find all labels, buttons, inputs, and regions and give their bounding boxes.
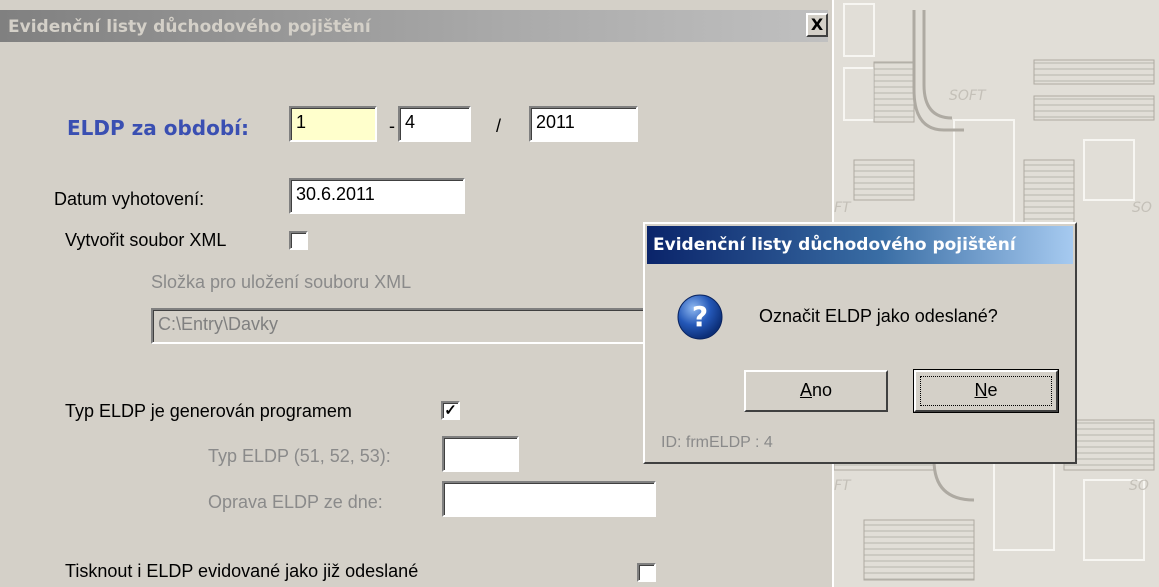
dialog-title: Evidenční listy důchodového pojištění — [653, 235, 1016, 255]
xml-checkbox[interactable] — [289, 231, 308, 250]
dialog-message: Označit ELDP jako odeslané? — [759, 306, 998, 326]
folder-input[interactable]: C:\Entry\Davky — [151, 308, 646, 344]
type-input[interactable] — [442, 436, 519, 472]
date-input[interactable]: 30.6.2011 — [289, 178, 465, 214]
question-icon: ? — [677, 294, 723, 340]
svg-text:FT: FT — [834, 200, 852, 216]
folder-label: Složka pro uložení souboru XML — [151, 272, 412, 292]
yes-button-label: no — [811, 380, 833, 400]
generated-label: Typ ELDP je generován programem — [65, 401, 352, 421]
dialog-id-text: ID: frmELDP : 4 — [661, 434, 773, 451]
no-button-focus-ring — [920, 376, 1052, 406]
svg-text:?: ? — [692, 300, 708, 333]
fix-date-input[interactable] — [442, 481, 656, 517]
print-checkbox[interactable] — [637, 563, 656, 582]
date-label: Datum vyhotovení: — [54, 189, 205, 209]
fix-label: Oprava ELDP ze dne: — [208, 492, 383, 512]
svg-text:SO: SO — [1132, 200, 1152, 216]
period-dash: - — [389, 116, 395, 136]
period-to-input[interactable]: 4 — [398, 106, 471, 142]
period-year-input[interactable]: 2011 — [529, 106, 638, 142]
main-titlebar: Evidenční listy důchodového pojištění — [0, 10, 828, 42]
period-slash: / — [496, 116, 502, 136]
generated-checkbox[interactable]: ✓ — [441, 401, 460, 420]
svg-text:SO: SO — [1129, 478, 1149, 494]
xml-label: Vytvořit soubor XML — [65, 230, 227, 250]
print-label: Tisknout i ELDP evidované jako již odesl… — [65, 561, 419, 581]
period-from-input[interactable]: 1 — [289, 106, 377, 142]
yes-button[interactable]: Ano — [744, 370, 888, 412]
yes-button-accel: A — [799, 380, 812, 400]
svg-text:SOFT: SOFT — [949, 88, 987, 104]
main-window-title: Evidenční listy důchodového pojištění — [8, 17, 371, 37]
confirm-dialog: Evidenční listy důchodového pojištění ? … — [643, 222, 1077, 464]
dialog-titlebar: Evidenční listy důchodového pojištění — [647, 226, 1073, 264]
period-label: ELDP za období: — [67, 116, 250, 140]
no-button[interactable]: Ne — [913, 369, 1059, 413]
svg-text:FT: FT — [834, 478, 852, 494]
close-button[interactable]: X — [806, 13, 828, 37]
type-label: Typ ELDP (51, 52, 53): — [208, 446, 391, 466]
